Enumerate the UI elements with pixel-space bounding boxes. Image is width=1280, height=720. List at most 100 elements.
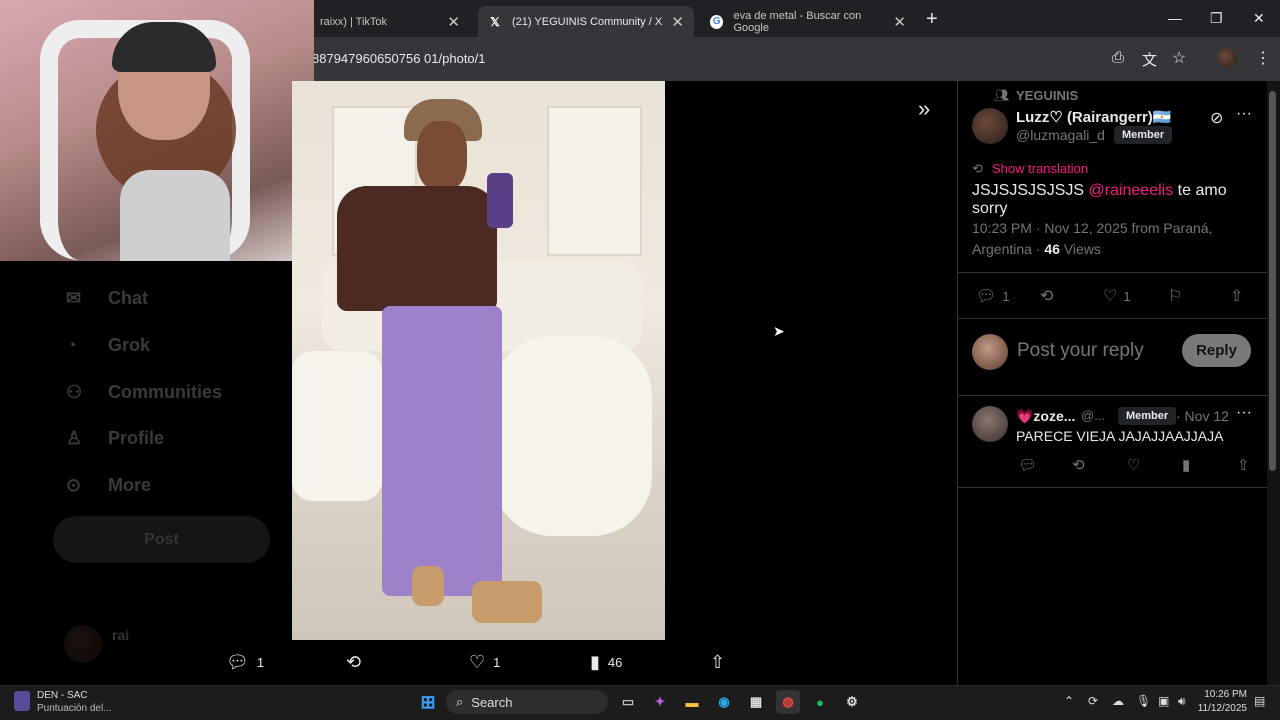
maximize-icon[interactable]: ❐ <box>1210 10 1223 27</box>
show-translation-link[interactable]: Show translation <box>992 161 1088 176</box>
tweet-photo[interactable] <box>292 81 665 640</box>
google-icon: G <box>710 14 724 29</box>
translate-icon[interactable]: 文 <box>1142 49 1157 70</box>
mouse-cursor: ➤ <box>773 323 785 339</box>
cloud-icon[interactable]: ☁ <box>1112 694 1124 708</box>
heart-icon: ♡ <box>469 652 486 672</box>
share-action[interactable]: ⇧ <box>710 652 725 673</box>
nav-chat[interactable]: Chat <box>108 288 148 309</box>
share-icon[interactable]: ⇧ <box>1237 456 1250 474</box>
notification-icon[interactable]: ▤ <box>1254 694 1265 708</box>
bookmark-star-icon[interactable]: ☆ <box>1172 48 1186 68</box>
divider <box>958 272 1267 273</box>
like-count: 1 <box>493 655 501 670</box>
shoe-left <box>412 566 444 606</box>
shelf-right <box>547 106 642 256</box>
taskbar-search[interactable]: ⌕ Search <box>446 690 608 714</box>
url-text[interactable]: 887947960650756 01/photo/1 <box>312 51 486 66</box>
views-number: 46 <box>1044 241 1060 257</box>
windows-start-icon[interactable]: ⊞ <box>416 690 440 714</box>
nav-profile[interactable]: Profile <box>108 428 164 449</box>
menu-icon[interactable]: ⋮ <box>1255 48 1271 68</box>
nav-more[interactable]: More <box>108 475 151 496</box>
chat-icon: ✉ <box>66 288 82 308</box>
analytics-icon[interactable]: ▮ <box>1182 456 1190 474</box>
copilot-icon[interactable]: ✦ <box>648 690 672 714</box>
store-icon[interactable]: ▦ <box>744 690 768 714</box>
heart-icon[interactable]: ♡ <box>1127 456 1140 474</box>
my-avatar <box>972 334 1008 370</box>
scrollbar[interactable] <box>1267 81 1280 685</box>
minimize-icon[interactable]: — <box>1168 10 1182 26</box>
chrome-icon[interactable]: ◍ <box>776 690 800 714</box>
reply-icon: 💬︎ <box>976 288 997 305</box>
more-options-icon[interactable]: ··· <box>1236 404 1252 422</box>
clock-time[interactable]: 10:26 PM <box>1200 689 1247 700</box>
brown-sweater <box>337 186 497 311</box>
member-badge: Member <box>1114 126 1173 144</box>
install-app-icon[interactable]: ⎙ <box>1112 49 1124 66</box>
translate-icon: ⟲ <box>972 161 983 176</box>
microphone-icon[interactable]: 🎙︎ <box>1136 694 1151 708</box>
tab-label: eva de metal - Buscar con Google <box>733 9 862 34</box>
expand-chevrons-icon[interactable]: » <box>918 96 930 122</box>
share-icon[interactable]: ⇧ <box>1230 286 1243 306</box>
sync-icon[interactable]: ⟳ <box>1088 694 1098 708</box>
close-icon[interactable]: ✕ <box>447 13 460 31</box>
settings-gear-icon[interactable]: ⚙ <box>840 690 864 714</box>
new-tab-button[interactable]: + <box>926 8 938 31</box>
profile-avatar[interactable] <box>1217 48 1237 68</box>
community-name[interactable]: YEGUINIS <box>1016 88 1078 103</box>
reply-icon[interactable]: 💬︎ <box>1018 456 1037 474</box>
repost-icon[interactable]: ⟲ <box>1040 286 1053 306</box>
tweet-like-button[interactable]: ♡ 1 <box>1103 286 1131 306</box>
volume-icon[interactable]: 🔊︎ <box>1178 694 1186 709</box>
nav-grok[interactable]: Grok <box>108 335 150 356</box>
reply-count: 1 <box>1002 288 1010 304</box>
views-action[interactable]: ▮ 46 <box>590 652 622 673</box>
file-explorer-icon[interactable]: ▬ <box>680 690 704 714</box>
tab-tiktok[interactable]: raixx) | TikTok ✕ <box>310 6 470 37</box>
search-icon: ⌕ <box>456 694 464 709</box>
author-avatar[interactable] <box>972 108 1008 144</box>
communities-icon: ⚇ <box>66 382 83 402</box>
stream-app-icon[interactable] <box>14 691 30 711</box>
author-display-name[interactable]: Luzz♡ (Rairangerr)🇦🇷 <box>1016 108 1171 126</box>
like-action[interactable]: ♡ 1 <box>469 652 500 673</box>
author-handle[interactable]: @luzmagali_d <box>1016 127 1105 143</box>
tab-yeguinis[interactable]: 𝕏 (21) YEGUINIS Community / X ✕ <box>478 6 694 37</box>
mention-link[interactable]: @raineeelis <box>1088 182 1173 199</box>
reply-author-avatar[interactable] <box>972 406 1008 442</box>
tab-google[interactable]: G eva de metal - Buscar con Google ✕ <box>700 6 916 37</box>
nav-communities[interactable]: Communities <box>108 382 222 403</box>
reply-icon: 💬︎ <box>226 652 249 672</box>
task-view-icon[interactable]: ▭ <box>616 690 640 714</box>
bookmark-icon[interactable]: ⚐ <box>1168 286 1182 306</box>
tweet-reply-button[interactable]: 💬︎ 1 <box>976 286 1010 306</box>
account-avatar[interactable] <box>64 625 102 663</box>
reply-author-name[interactable]: 💗zoze... <box>1016 408 1075 425</box>
search-label: Search <box>471 694 513 710</box>
more-options-icon[interactable]: ··· <box>1236 105 1252 123</box>
post-button[interactable]: Post <box>53 516 270 563</box>
network-icon[interactable]: ▣ <box>1158 694 1169 708</box>
window-close-icon[interactable]: ✕ <box>1253 10 1265 27</box>
clock-date[interactable]: 11/12/2025 <box>1196 703 1247 714</box>
reply-button[interactable]: Reply <box>1182 334 1251 367</box>
divider <box>958 487 1267 488</box>
tray-chevron-icon[interactable]: ⌃ <box>1064 694 1074 708</box>
repost-action[interactable]: ⟲ <box>346 652 361 673</box>
reply-input[interactable]: Post your reply <box>1017 340 1144 362</box>
reply-date[interactable]: · Nov 12 <box>1176 408 1229 424</box>
close-icon[interactable]: ✕ <box>893 13 906 31</box>
grok-icon[interactable]: ⊘ <box>1210 108 1223 128</box>
armchair-right <box>492 336 652 536</box>
spotify-icon[interactable]: ● <box>808 690 832 714</box>
reply-action[interactable]: 💬︎ 1 <box>226 652 264 673</box>
tab-label: raixx) | TikTok <box>320 15 388 28</box>
edge-icon[interactable]: ◉ <box>712 690 736 714</box>
close-icon[interactable]: ✕ <box>671 13 684 31</box>
scrollbar-thumb[interactable] <box>1269 91 1276 471</box>
reply-author-handle[interactable]: @... <box>1081 408 1105 423</box>
repost-icon[interactable]: ⟲ <box>1072 456 1085 474</box>
